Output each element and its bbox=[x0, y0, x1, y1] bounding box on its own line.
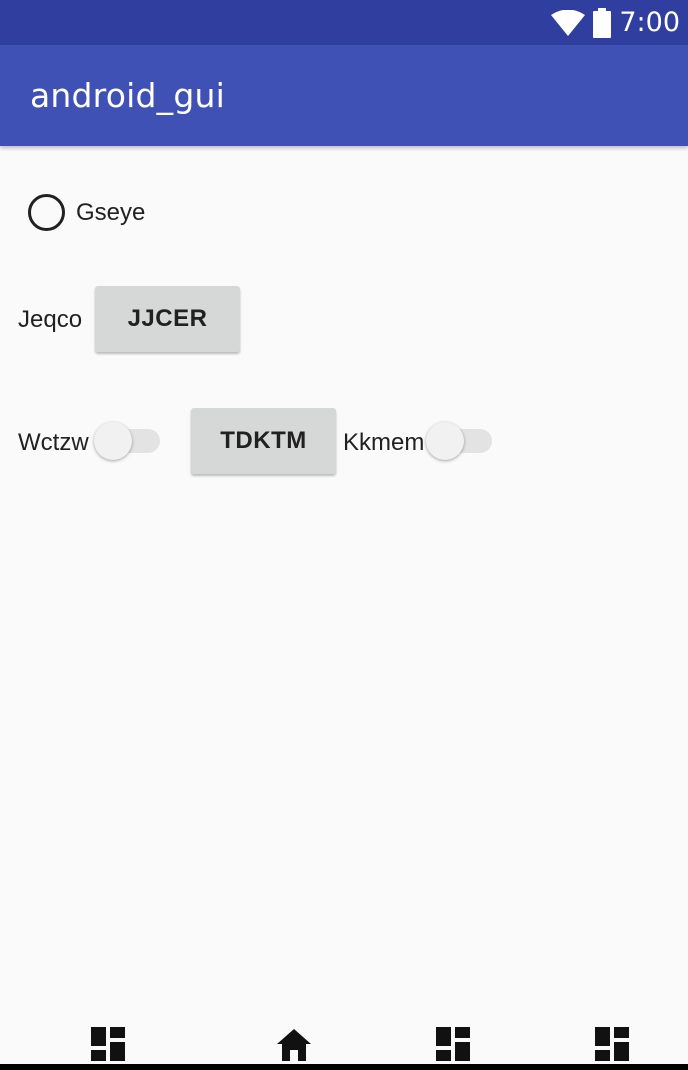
radio-button[interactable] bbox=[28, 194, 65, 231]
navigation-bar bbox=[0, 1020, 688, 1070]
wctzw-switch[interactable] bbox=[94, 421, 160, 461]
kkmem-switch[interactable] bbox=[426, 421, 492, 461]
battery-icon bbox=[593, 7, 612, 38]
radio-label: Gseye bbox=[76, 198, 146, 226]
tdktm-button[interactable]: TDKTM bbox=[191, 408, 336, 474]
status-bar: 7:00 bbox=[0, 0, 688, 45]
wctzw-label: Wctzw bbox=[18, 429, 89, 456]
app-bar: android_gui bbox=[0, 45, 688, 146]
radio-option-gseye[interactable]: Gseye bbox=[28, 194, 145, 231]
main-content: Gseye Jeqco JJCER Wctzw TDKTM Kkmem bbox=[0, 146, 688, 1036]
jeqco-label: Jeqco bbox=[18, 306, 83, 333]
dashboard-icon[interactable] bbox=[91, 1027, 125, 1061]
home-icon[interactable] bbox=[277, 1027, 311, 1061]
wifi-icon bbox=[551, 9, 586, 36]
app-title: android_gui bbox=[30, 76, 225, 115]
switch-thumb bbox=[426, 422, 464, 460]
dashboard-icon[interactable] bbox=[436, 1027, 470, 1061]
kkmem-label: Kkmem bbox=[343, 429, 425, 456]
status-time: 7:00 bbox=[619, 7, 680, 38]
dashboard-icon[interactable] bbox=[595, 1027, 629, 1061]
jjcer-button[interactable]: JJCER bbox=[95, 286, 240, 352]
switch-thumb bbox=[94, 422, 132, 460]
